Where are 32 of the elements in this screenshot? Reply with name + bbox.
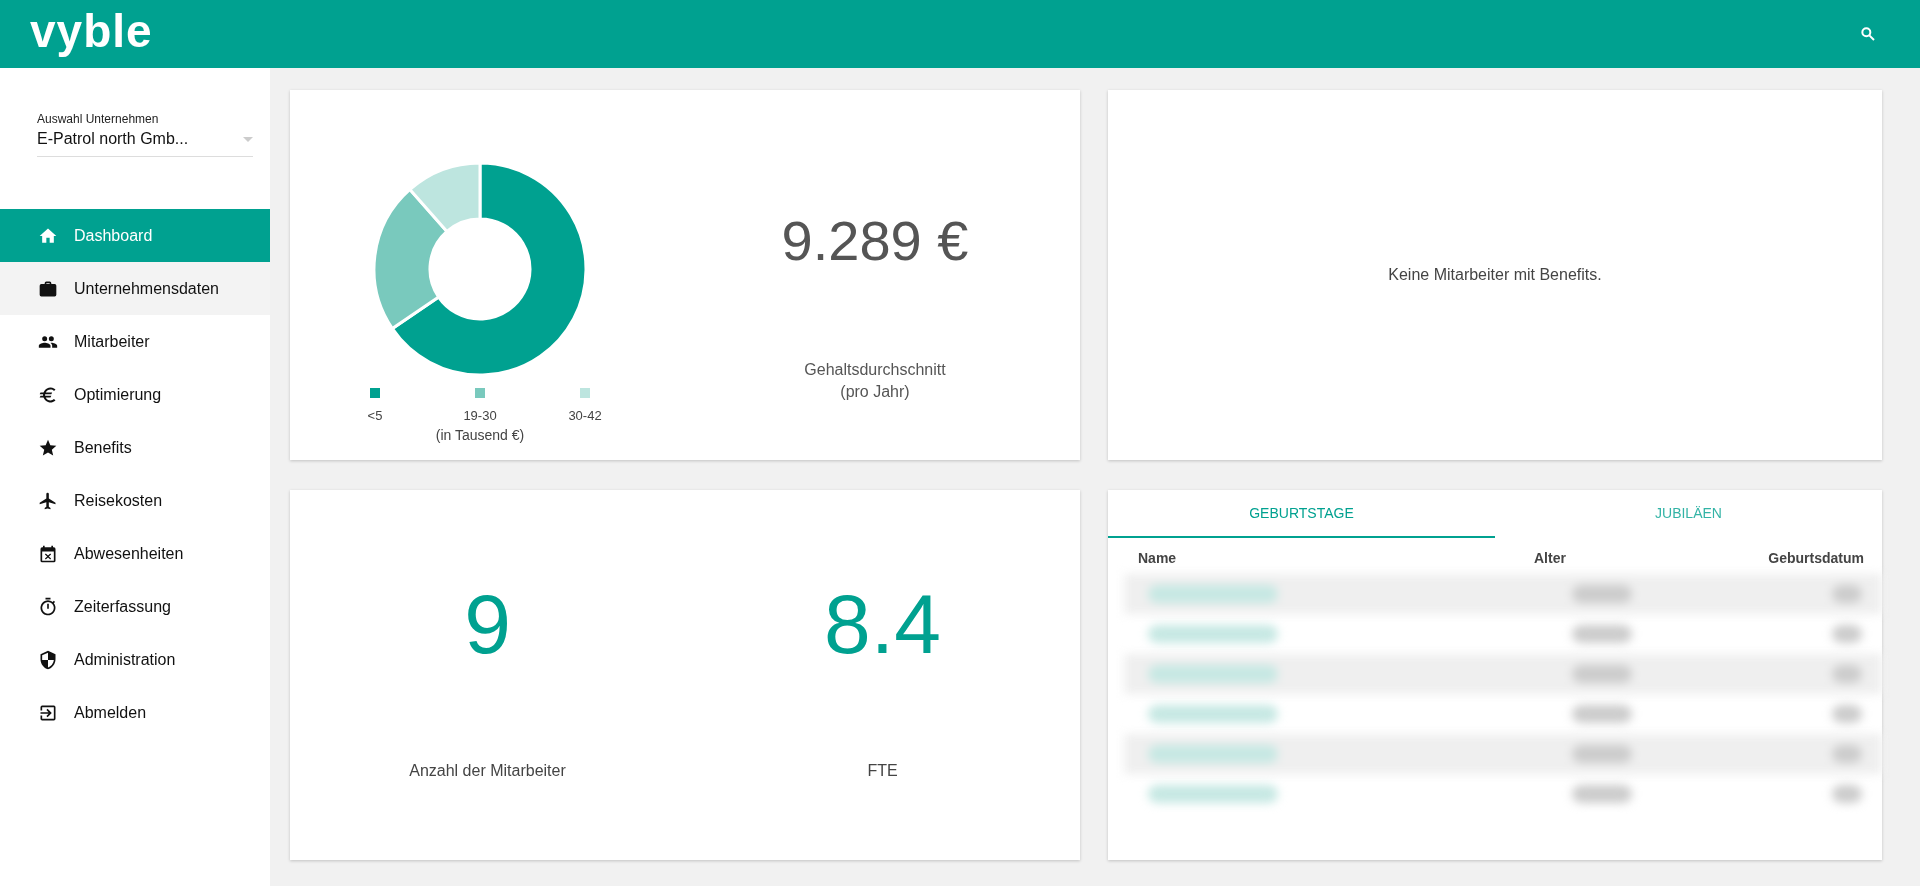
calendar-icon xyxy=(38,543,58,564)
stat-value: 9 xyxy=(464,582,511,666)
nav-item[interactable]: Administration xyxy=(0,633,270,686)
nav-item[interactable]: Optimierung xyxy=(0,368,270,421)
column-header: Alter xyxy=(1533,550,1567,566)
stat-label: Anzahl der Mitarbeiter xyxy=(409,762,566,780)
legend-unit: (in Tausend €) xyxy=(435,427,525,443)
nav-item[interactable]: Benefits xyxy=(0,421,270,474)
legend-label: 19-30 xyxy=(463,408,497,423)
nav-item[interactable]: Zeiterfassung xyxy=(0,580,270,633)
legend-label: <5 xyxy=(367,408,383,423)
nav-item[interactable]: Abmelden xyxy=(0,686,270,739)
company-select[interactable]: Auswahl Unternehmen E-Patrol north Gmb... xyxy=(37,112,253,157)
dropdown-caret-icon xyxy=(243,136,253,142)
nav-item[interactable]: Mitarbeiter xyxy=(0,315,270,368)
airplane-icon xyxy=(38,490,58,511)
nav-item[interactable]: Reisekosten xyxy=(0,474,270,527)
stopwatch-icon xyxy=(38,596,58,617)
average-salary-note: (pro Jahr) xyxy=(840,383,910,401)
stat-value: 8.4 xyxy=(824,582,941,666)
column-header: Geburtsdatum xyxy=(1767,550,1864,566)
nav-item[interactable]: Abwesenheiten xyxy=(0,527,270,580)
average-salary-caption: Gehaltsdurchschnitt xyxy=(804,361,946,379)
app-logo: vyble xyxy=(30,8,153,59)
column-header: Name xyxy=(1138,550,1178,566)
stat-label: FTE xyxy=(867,762,898,780)
shield-icon xyxy=(38,649,58,670)
search-icon xyxy=(1860,26,1876,42)
average-salary: 9.289 € xyxy=(781,208,969,273)
legend-label: 30-42 xyxy=(568,408,602,423)
nav-item[interactable]: Unternehmensdaten xyxy=(0,262,270,315)
empty-message: Keine Mitarbeiter mit Benefits. xyxy=(1388,266,1602,285)
